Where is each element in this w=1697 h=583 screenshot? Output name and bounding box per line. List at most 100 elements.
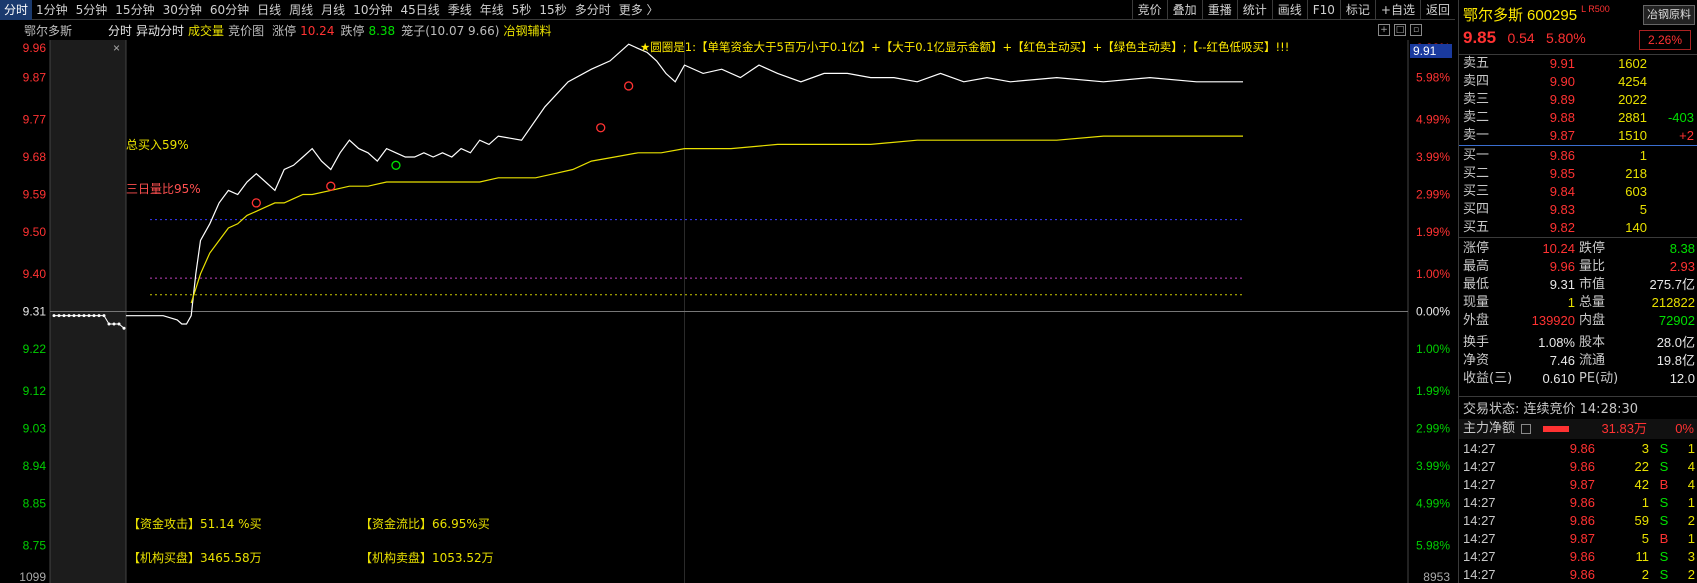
period-tab[interactable]: 1分钟: [32, 0, 72, 20]
tick-time: 14:27: [1463, 441, 1496, 456]
bid-row[interactable]: 买三 9.84 603: [1459, 183, 1697, 201]
bid-label: 买二: [1463, 166, 1490, 181]
toolbar-button[interactable]: 重播: [1201, 0, 1237, 20]
tick-volume: 42: [1634, 477, 1649, 492]
period-tab[interactable]: 周线: [285, 0, 317, 20]
period-tab[interactable]: 分时: [0, 0, 33, 20]
right-percent-axis: 6.98%5.98%4.99%3.99%2.99%1.99%1.00%0.00%…: [1416, 41, 1450, 583]
percent-badge[interactable]: 2.26%: [1639, 30, 1691, 50]
chart-expand-icon[interactable]: □: [1394, 24, 1406, 36]
flow-toggle-icon[interactable]: [1521, 424, 1531, 434]
tick-volume: 11: [1635, 549, 1650, 564]
toolbar-button[interactable]: +自选: [1374, 0, 1420, 20]
period-tab[interactable]: 年线: [476, 0, 508, 20]
chart-config-icon[interactable]: ▫: [1410, 24, 1422, 36]
ask-label: 卖三: [1463, 92, 1490, 107]
ask-change: -403: [1667, 110, 1694, 125]
tick-row[interactable]: 14:27 9.86 1 S 1: [1459, 494, 1697, 512]
chart-info-bar: 鄂尔多斯 分时 异动分时 成交量 竞价图 涨停 10.24 跌停 8.38 笼子…: [0, 21, 1455, 40]
tick-time: 14:27: [1463, 459, 1496, 474]
tick-price: 9.86: [1569, 549, 1595, 564]
right-tick-label: 1.99%: [1416, 384, 1450, 398]
left-tick-label: 9.22: [23, 342, 47, 356]
main-net-flow[interactable]: 主力净额 31.83万 0%: [1459, 419, 1697, 439]
period-tab[interactable]: 多分时: [571, 0, 615, 20]
period-tab[interactable]: 更多 〉: [615, 0, 663, 20]
toolbar-button[interactable]: 叠加: [1166, 0, 1202, 20]
right-tick-label: 5.98%: [1416, 538, 1450, 552]
left-bottom-label: 1099: [19, 570, 46, 583]
ask-row[interactable]: 卖一 9.87 1510 +2: [1459, 127, 1697, 145]
stat-value: 0.610: [1542, 371, 1575, 386]
period-tab[interactable]: 5分钟: [72, 0, 112, 20]
stat-row: 换手 1.08% 股本 28.0亿: [1459, 334, 1697, 352]
price-row: 9.85 0.54 5.80% 2.26%: [1463, 28, 1695, 50]
stock-tags: L R500: [1581, 4, 1610, 14]
ask-price: 9.87: [1549, 128, 1575, 143]
bid-label: 买四: [1463, 202, 1490, 217]
ask-row[interactable]: 卖五 9.91 1602: [1459, 55, 1697, 73]
toolbar-button[interactable]: 统计: [1236, 0, 1272, 20]
toolbar-button[interactable]: 标记: [1339, 0, 1375, 20]
period-tab[interactable]: 15分钟: [111, 0, 158, 20]
ask-row[interactable]: 卖四 9.90 4254: [1459, 73, 1697, 91]
bid-row[interactable]: 买四 9.83 5: [1459, 201, 1697, 219]
ask-row[interactable]: 卖二 9.88 2881 -403: [1459, 109, 1697, 127]
period-tab[interactable]: 月线: [317, 0, 349, 20]
chart-settings-icon[interactable]: +: [1378, 24, 1390, 36]
left-price-axis: 9.96 9.87 9.77 9.68 9.59 9.50 9.40 9.31 9.22 9.12…: [19, 41, 46, 583]
tick-row[interactable]: 14:27 9.86 59 S 2: [1459, 512, 1697, 530]
period-tab[interactable]: 日线: [253, 0, 285, 20]
tick-price: 9.86: [1569, 567, 1595, 582]
period-tab[interactable]: 30分钟: [159, 0, 206, 20]
right-tick-label: 3.99%: [1416, 459, 1450, 473]
period-tab[interactable]: 15秒: [535, 0, 570, 20]
right-tick-label: 3.99%: [1416, 150, 1450, 164]
period-toolbar: 分时 1分钟 5分钟 15分钟 30分钟 60分钟 日线 周线 月线 10分钟 45日线 季线 年线 5秒…: [0, 0, 1455, 20]
tool-buttons: 竞价 叠加 重播 统计 画线 F10 标记 +自选 返回: [1131, 0, 1455, 20]
tick-side: B: [1659, 531, 1669, 546]
tick-volume: 2: [1641, 567, 1649, 582]
bid-volume: 218: [1625, 166, 1647, 181]
divider: [1459, 145, 1697, 146]
trade-state: 交易状态: 连续竞价 14:28:30: [1463, 402, 1639, 417]
tab-abnormal-intraday[interactable]: 异动分时: [136, 22, 184, 39]
change-percent: 5.80%: [1546, 30, 1586, 46]
period-tab[interactable]: 45日线: [396, 0, 443, 20]
intraday-chart[interactable]: 9.96 9.87 9.77 9.68 9.59 9.50 9.40 9.31 9.22 9.12…: [0, 40, 1455, 583]
tick-row[interactable]: 14:27 9.87 42 B 4: [1459, 476, 1697, 494]
tick-row[interactable]: 14:27 9.87 5 B 1: [1459, 530, 1697, 548]
ask-row[interactable]: 卖三 9.89 2022: [1459, 91, 1697, 109]
period-tab[interactable]: 60分钟: [206, 0, 253, 20]
stat-label: 总量: [1579, 295, 1606, 310]
industry-button[interactable]: 冶钢原料: [1643, 5, 1695, 25]
ask-price: 9.88: [1549, 110, 1575, 125]
bid-price: 9.86: [1549, 148, 1575, 163]
auction-chart-toggle[interactable]: 竞价图: [228, 22, 264, 39]
close-overlay-icon[interactable]: ×: [113, 41, 120, 55]
tab-intraday[interactable]: 分时: [108, 22, 132, 39]
toolbar-button[interactable]: 竞价: [1131, 0, 1167, 20]
toolbar-button[interactable]: 返回: [1419, 0, 1455, 20]
tick-side: S: [1659, 459, 1669, 474]
period-tab[interactable]: 5秒: [508, 0, 536, 20]
bid-row[interactable]: 买一 9.86 1: [1459, 147, 1697, 165]
stat-value: 10.24: [1542, 241, 1575, 256]
tick-price: 9.87: [1569, 477, 1595, 492]
period-tab[interactable]: 10分钟: [349, 0, 396, 20]
sector-label[interactable]: 冶钢辅料: [503, 22, 551, 39]
tick-row[interactable]: 14:27 9.86 2 S 2: [1459, 566, 1697, 583]
tick-row[interactable]: 14:27 9.86 3 S 1: [1459, 440, 1697, 458]
stat-value: 275.7亿: [1649, 277, 1695, 292]
volume-toggle[interactable]: 成交量: [188, 22, 224, 39]
tick-row[interactable]: 14:27 9.86 11 S 3: [1459, 548, 1697, 566]
toolbar-button[interactable]: F10: [1306, 0, 1340, 20]
bid-row[interactable]: 买二 9.85 218: [1459, 165, 1697, 183]
bid-row[interactable]: 买五 9.82 140: [1459, 219, 1697, 237]
stat-label: 跌停: [1579, 241, 1606, 256]
tick-row[interactable]: 14:27 9.86 22 S 4: [1459, 458, 1697, 476]
period-tab[interactable]: 季线: [444, 0, 476, 20]
ask-label: 卖一: [1463, 128, 1490, 143]
toolbar-button[interactable]: 画线: [1271, 0, 1307, 20]
left-tick-label: 8.94: [23, 459, 47, 473]
